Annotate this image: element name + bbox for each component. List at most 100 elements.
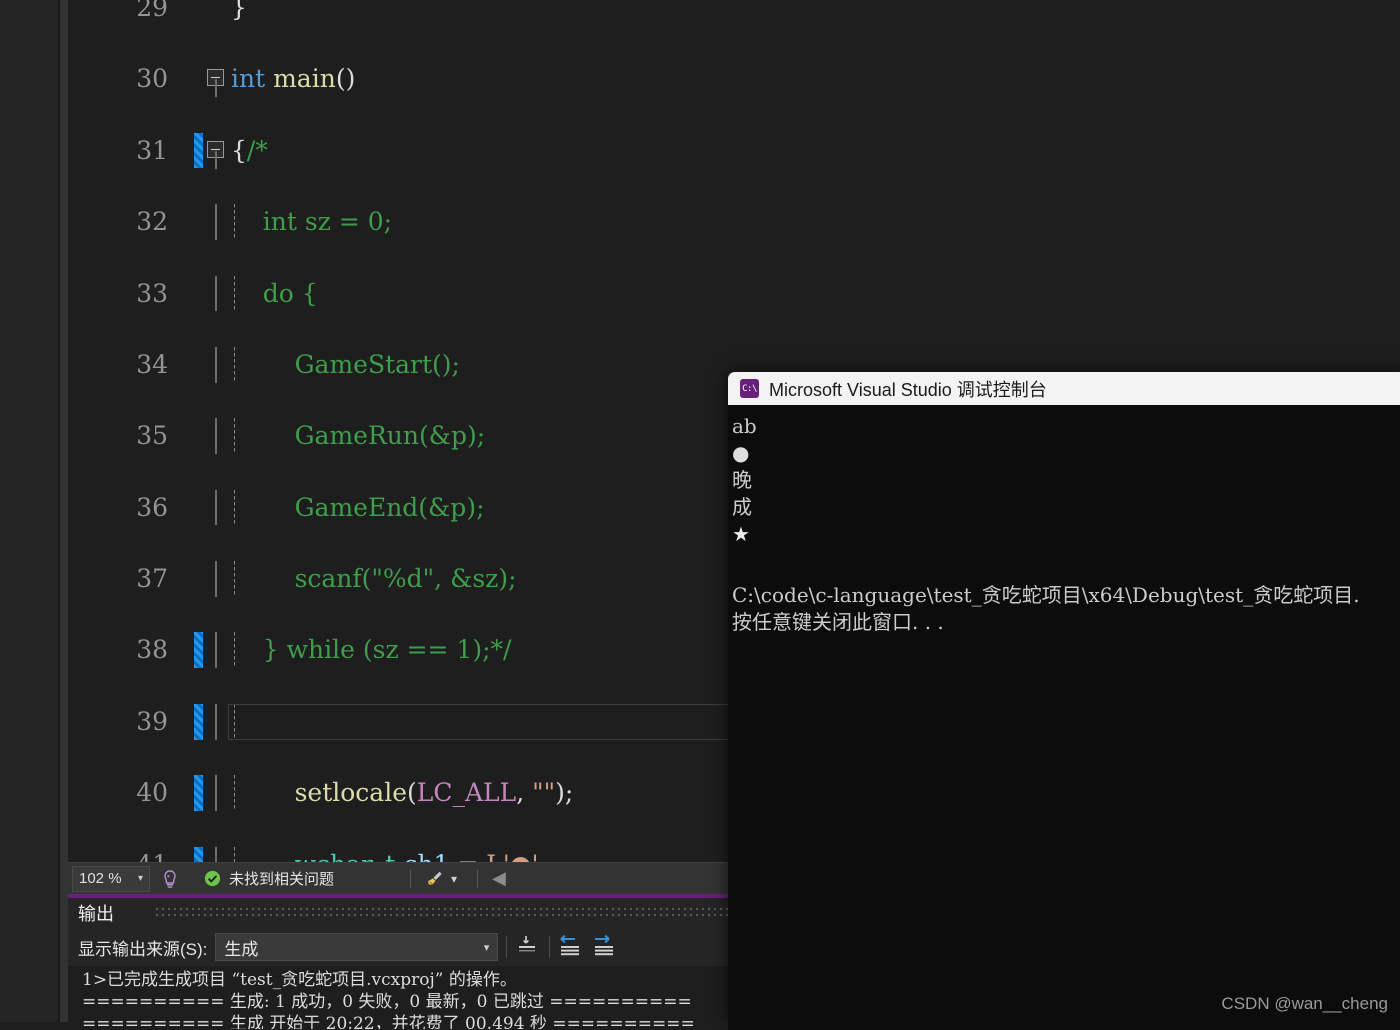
output-line: ========== 生成: 1 成功，0 失败，0 最新，0 已跳过 ====… (82, 992, 692, 1012)
change-marker-empty (194, 0, 203, 26)
broom-dropdown-caret[interactable]: ▾ (451, 872, 457, 886)
code-token: main (273, 64, 336, 94)
code-line-text: int sz = 0; (231, 204, 392, 240)
collapse-left-caret[interactable]: ◀ (492, 868, 506, 889)
code-token: scanf("%d", &sz); (231, 564, 517, 594)
output-text-area[interactable]: 1>已完成生成项目 “test_贪吃蛇项目.vcxproj” 的操作。 =====… (68, 966, 730, 1029)
console-app-icon: C:\ (740, 379, 759, 398)
output-source-dropdown[interactable]: 生成 ▾ (215, 933, 499, 961)
output-line: ========== 生成 开始于 20:22，并花费了 00.494 秒 ==… (82, 1014, 695, 1029)
fold-guide-line (215, 275, 217, 312)
output-pane-tab-row: 输出 (68, 898, 730, 928)
code-line-text: GameStart(); (231, 347, 460, 383)
code-token: , (516, 778, 533, 808)
go-to-previous-message-icon[interactable] (558, 932, 586, 963)
console-title-text: Microsoft Visual Studio 调试控制台 (769, 379, 1047, 400)
change-marker (194, 703, 203, 740)
fold-guide-line (215, 703, 217, 740)
debug-console-window[interactable]: C:\ Microsoft Visual Studio 调试控制台 ab ● 晚成 ★… (728, 372, 1400, 1030)
code-token: setlocale (294, 778, 407, 808)
ide-left-strip-outer (60, 0, 68, 1022)
code-line[interactable]: 30 int main() (68, 61, 1400, 98)
line-number: 32 (136, 207, 168, 237)
fold-guide-line (215, 561, 217, 597)
intellicode-icon[interactable] (160, 869, 180, 889)
change-marker (194, 132, 203, 169)
code-line[interactable]: 32 int sz = 0; (68, 204, 1400, 240)
go-to-next-message-icon[interactable] (592, 932, 620, 963)
find-message-icon[interactable] (515, 932, 541, 963)
fold-guide-line (215, 489, 217, 526)
code-line[interactable]: 33 do { (68, 275, 1400, 312)
code-line[interactable]: 31 {/* (68, 132, 1400, 169)
console-title-bar[interactable]: C:\ Microsoft Visual Studio 调试控制台 (728, 372, 1400, 405)
change-marker (194, 775, 203, 811)
line-number: 37 (136, 564, 168, 594)
toolbar-separator-2 (549, 936, 551, 958)
code-token: = (449, 850, 486, 862)
code-line[interactable]: 29} (68, 0, 1400, 26)
output-line: 1>已完成生成项目 “test_贪吃蛇项目.vcxproj” 的操作。 (82, 970, 517, 990)
output-pane-toolbar: 显示输出来源(S): 生成 ▾ (68, 928, 730, 966)
output-source-label: 显示输出来源(S): (78, 939, 208, 959)
code-token: } while (sz == 1);*/ (231, 635, 512, 665)
console-line: 成 (732, 495, 752, 519)
issue-status-text: 未找到相关问题 (229, 871, 335, 888)
console-line: ● (732, 441, 750, 465)
status-separator-2 (477, 869, 479, 888)
code-token: ● (510, 850, 532, 862)
line-number: 31 (136, 135, 168, 165)
fold-guide-line (215, 79, 217, 98)
change-marker (194, 632, 203, 669)
code-token: /* (246, 135, 268, 165)
code-token: int (231, 64, 274, 94)
code-line-text: wchar_t ch1 = L'●'; (231, 847, 547, 862)
fold-guide-line (215, 418, 217, 454)
code-token: "" (532, 778, 556, 808)
output-pane-drag-grip[interactable] (154, 906, 730, 920)
broom-icon[interactable] (425, 869, 445, 889)
change-marker-empty (194, 418, 203, 454)
code-token: GameEnd(&p); (231, 492, 485, 522)
code-line-text: } (231, 0, 247, 26)
code-line-text: setlocale(LC_ALL, ""); (231, 775, 574, 811)
code-line-text: scanf("%d", &sz); (231, 561, 517, 597)
code-token: ); (555, 778, 574, 808)
output-source-value: 生成 (224, 939, 259, 959)
code-token: L' (486, 850, 509, 862)
change-marker-empty (194, 276, 203, 312)
console-line: ★ (732, 522, 750, 546)
line-number: 39 (136, 706, 168, 736)
change-marker-empty (194, 347, 203, 383)
zoom-level-dropdown[interactable]: 102 % ▾ (72, 865, 150, 892)
fold-guide-line (215, 775, 217, 811)
code-token: ( (407, 778, 417, 808)
line-number: 29 (136, 0, 168, 22)
tab-output[interactable]: 输出 (78, 900, 114, 926)
zoom-level-value: 102 % (79, 870, 122, 887)
line-number: 34 (136, 349, 168, 379)
code-line-text: {/* (231, 133, 268, 169)
vs-ide-window: 29} 30 int main() 31 {/* 32 int sz = 0; 33 do … (0, 0, 1400, 1030)
console-line: 晚 (732, 468, 752, 492)
fold-guide-line (215, 150, 217, 169)
console-line: ab (732, 414, 757, 438)
change-marker-empty (194, 204, 203, 240)
ide-left-gutter (0, 0, 58, 1022)
code-line-text: GameEnd(&p); (231, 490, 485, 526)
status-separator (410, 869, 412, 888)
code-token: wchar_t (295, 850, 396, 862)
chevron-down-icon: ▾ (483, 941, 490, 954)
code-line-text: } while (sz == 1);*/ (231, 632, 512, 668)
fold-guide-line (215, 846, 217, 862)
console-output-text[interactable]: ab ● 晚成 ★ C:\code\c-language\test_贪吃蛇项目\x64… (728, 405, 1400, 1030)
code-token: GameRun(&p); (231, 421, 486, 451)
console-line: 按任意键关闭此窗口. . . (732, 610, 944, 634)
code-token: () (335, 64, 356, 94)
code-token: '; (532, 850, 547, 862)
code-token: ch1 (403, 850, 449, 862)
line-number: 38 (136, 635, 168, 665)
